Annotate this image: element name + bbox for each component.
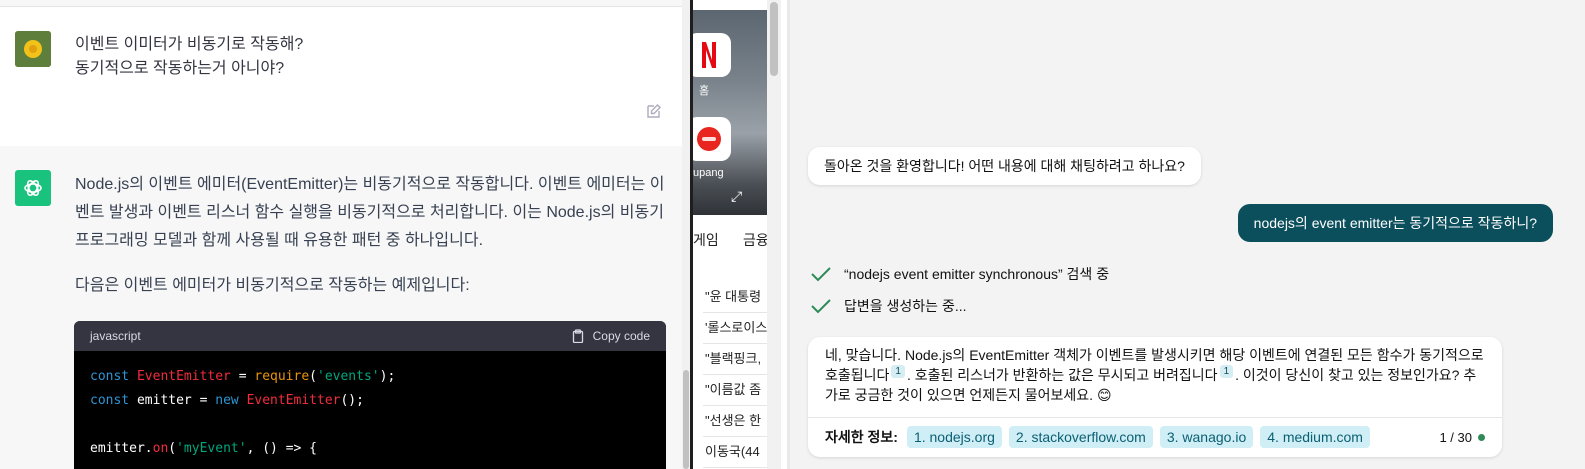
assistant-paragraph: 다음은 이벤트 에미터가 비동기적으로 작동하는 예제입니다:: [75, 277, 470, 294]
user-question-bubble: nodejs의 event emitter는 동기적으로 작동하니?: [1237, 204, 1553, 242]
news-item[interactable]: "선생은 한: [703, 406, 767, 437]
chatgpt-pane: 이벤트 이미터가 비동기로 작동해? 동기적으로 작동하는거 아니야? Node…: [0, 0, 690, 469]
news-item[interactable]: "이름값 좀: [703, 375, 767, 406]
tile-label: upang: [693, 167, 724, 179]
browser-newtab-pane: 홈 upang ⤢ 게임 금융 "윤 대통령 '롤스로이스 "블랙핑크, "이름…: [693, 0, 790, 469]
news-item[interactable]: '롤스로이스: [703, 313, 767, 344]
clipboard-icon: [572, 329, 583, 343]
copy-code-button[interactable]: Copy code: [571, 329, 650, 343]
scrollbar-thumb[interactable]: [683, 370, 689, 469]
status-dot-icon: [1478, 434, 1485, 441]
user-avatar: [15, 31, 51, 67]
netflix-tile[interactable]: [693, 33, 731, 77]
scrollbar-thumb[interactable]: [770, 2, 778, 76]
coupang-logo-icon: [697, 127, 721, 151]
answer-card: 네, 맞습니다. Node.js의 EventEmitter 객체가 이벤트를 …: [808, 337, 1502, 457]
news-item[interactable]: "블랙핑크,: [703, 344, 767, 375]
sources-row: 자세한 정보: 1. nodejs.org 2. stackoverflow.c…: [825, 426, 1370, 448]
code-header: javascript Copy code: [74, 321, 666, 351]
code-line: const emitter = new EventEmitter();: [90, 393, 364, 408]
code-body: const EventEmitter = require('events'); c…: [74, 351, 666, 469]
bot-welcome-message: 돌아온 것을 환영합니다! 어떤 내용에 대해 채팅하려고 하나요?: [808, 147, 1201, 185]
status-searching: “nodejs event emitter synchronous” 검색 중: [810, 263, 1109, 285]
code-line: emitter.on('myEvent', () => {: [90, 441, 318, 456]
source-link[interactable]: 3. wanago.io: [1159, 426, 1254, 448]
user-message-text: 이벤트 이미터가 비동기로 작동해? 동기적으로 작동하는거 아니야?: [75, 36, 304, 77]
source-link[interactable]: 1. nodejs.org: [906, 426, 1002, 448]
checkmark-icon: [811, 267, 831, 282]
checkmark-icon: [811, 299, 831, 314]
answer-text: 네, 맞습니다. Node.js의 EventEmitter 객체가 이벤트를 …: [825, 347, 1484, 403]
status-text: 답변을 생성하는 중...: [844, 298, 967, 314]
user-message-row: 이벤트 이미터가 비동기로 작동해? 동기적으로 작동하는거 아니야?: [0, 6, 683, 147]
code-block: javascript Copy code const EventEmitter …: [74, 321, 666, 469]
citation-link[interactable]: 1: [891, 365, 905, 378]
source-link[interactable]: 4. medium.com: [1260, 426, 1370, 448]
status-text: “nodejs event emitter synchronous” 검색 중: [844, 266, 1110, 282]
news-item[interactable]: "윤 대통령: [703, 282, 767, 313]
news-item[interactable]: 이동국(44: [703, 437, 767, 468]
openai-logo-icon: [15, 170, 51, 206]
assistant-message-row: Node.js의 이벤트 에미터(EventEmitter)는 비동기적으로 작…: [0, 146, 683, 469]
netflix-logo-icon: [702, 42, 716, 68]
bing-chat-pane: 돌아온 것을 환영합니다! 어떤 내용에 대해 채팅하려고 하나요? nodej…: [790, 0, 1585, 469]
coupang-tile[interactable]: [693, 117, 731, 161]
code-line: const EventEmitter = require('events');: [90, 369, 396, 384]
citation-link[interactable]: 1: [1219, 365, 1234, 378]
copy-code-label: Copy code: [592, 329, 650, 343]
tab-finance[interactable]: 금융: [743, 230, 769, 250]
tile-label: 홈: [699, 85, 710, 97]
status-generating: 답변을 생성하는 중...: [810, 295, 967, 317]
expand-icon[interactable]: ⤢: [731, 188, 742, 205]
source-link[interactable]: 2. stackoverflow.com: [1008, 426, 1153, 448]
sources-label: 자세한 정보:: [825, 429, 898, 445]
tab-games[interactable]: 게임: [693, 230, 719, 250]
divider: [808, 417, 1502, 418]
news-list: "윤 대통령 '롤스로이스 "블랙핑크, "이름값 좀 "선생은 한 이동국(4…: [703, 282, 767, 468]
turn-counter: 1 / 30: [1439, 430, 1485, 445]
edit-icon[interactable]: [646, 103, 662, 119]
code-language: javascript: [90, 329, 141, 343]
assistant-paragraph: Node.js의 이벤트 에미터(EventEmitter)는 비동기적으로 작…: [75, 176, 665, 249]
